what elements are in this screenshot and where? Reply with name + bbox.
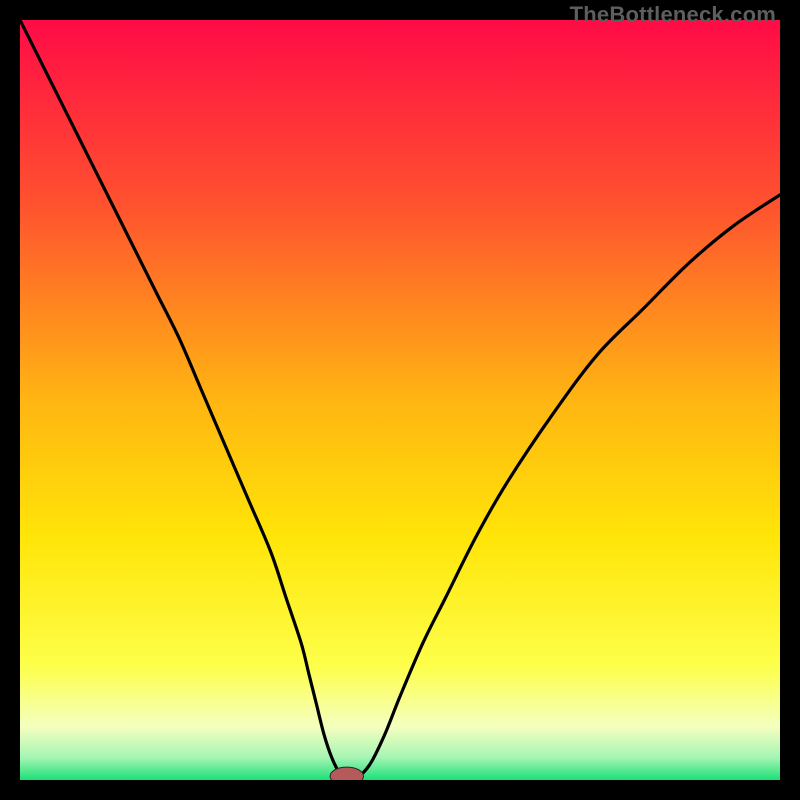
- watermark-text: TheBottleneck.com: [570, 2, 776, 28]
- gradient-background: [20, 20, 780, 780]
- chart-svg: [20, 20, 780, 780]
- chart-frame: [20, 20, 780, 780]
